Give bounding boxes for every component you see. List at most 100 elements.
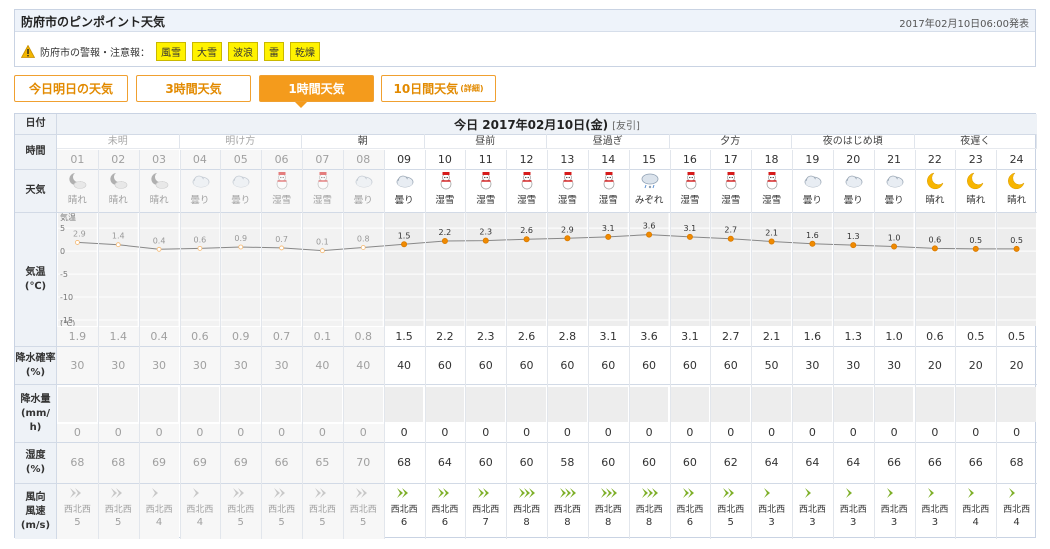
weather-label: 湿雪 (476, 195, 496, 206)
humidity-cell: 60 (601, 456, 616, 469)
weather-cell: 湿雪 (751, 170, 792, 212)
precip-amount-cell: 0 (441, 426, 449, 439)
precip-bar-area (384, 387, 424, 422)
precip-bar-area (915, 387, 955, 422)
row-header-precip-prob: 降水確率 (%) (15, 347, 57, 384)
wind-speed: 6 (686, 517, 694, 528)
tab-today-tomorrow[interactable]: 今日明日の天気 (14, 75, 128, 102)
wind-arrow-icon (274, 488, 286, 498)
weather-label: 晴れ (108, 195, 128, 206)
hour-cell: 13 (560, 153, 575, 166)
weather-label: 曇り (190, 195, 210, 206)
weather-label: 湿雪 (680, 195, 700, 206)
humidity-cell: 60 (642, 456, 657, 469)
weather-cell: 曇り (179, 170, 221, 212)
column-divider (220, 150, 222, 539)
temperature-data-label: 3.1 (602, 224, 615, 233)
rokuyo-label: [友引] (612, 120, 640, 132)
tab-small-label: (詳細) (460, 84, 484, 93)
humidity-cell: 60 (519, 456, 534, 469)
chart-cell-bg (262, 213, 301, 326)
temperature-cell: 3.1 (681, 330, 699, 343)
temperature-data-label: 0.7 (275, 235, 288, 244)
warning-badge[interactable]: 大雪 (192, 41, 222, 61)
hour-cell: 21 (887, 153, 902, 166)
precip-amount-cell: 0 (849, 426, 857, 439)
precip-bar-area (833, 387, 873, 422)
temperature-cell: 2.1 (762, 330, 781, 343)
warning-badge[interactable]: 波浪 (228, 41, 258, 61)
temperature-point (972, 245, 979, 252)
wind-arrow-icon (110, 488, 122, 498)
precip-prob-cell: 30 (97, 347, 139, 384)
precip-amount-cell: 0 (604, 426, 612, 439)
temperature-point (891, 243, 898, 250)
precip-prob-cell: 60 (723, 359, 738, 372)
snowman-icon (603, 172, 615, 190)
wind-cell: 西北西 3 (874, 484, 915, 539)
period-label: 昼過ぎ (547, 134, 670, 149)
precip-amount-cell: 0 (482, 426, 490, 439)
warning-badge[interactable]: 乾燥 (290, 41, 320, 61)
warning-badge[interactable]: 雷 (264, 41, 284, 61)
tab-10day[interactable]: 10日間天気 (詳細) (381, 75, 496, 102)
wind-direction: 西北西 (472, 505, 500, 515)
hour-cell: 05 (220, 150, 262, 169)
humidity-cell: 65 (302, 443, 343, 483)
column-divider (506, 150, 508, 539)
hour-cell: 03 (138, 150, 180, 169)
temperature-point (686, 233, 693, 240)
weather-label: 湿雪 (721, 195, 741, 206)
precip-amount-cell: 0 (138, 424, 180, 442)
sleet-icon (641, 173, 659, 189)
column-divider (955, 150, 957, 539)
wind-arrow-icon (233, 488, 245, 498)
temperature-point (279, 245, 284, 251)
temperature-cell: 1.0 (885, 330, 903, 343)
tab-1hour[interactable]: 1時間天気 (259, 75, 374, 102)
tab-3hour[interactable]: 3時間天気 (136, 75, 251, 102)
wind-direction: 西北西 (63, 505, 91, 515)
column-divider (792, 150, 793, 539)
temperature-data-label: 1.0 (888, 234, 901, 243)
weather-cell: 湿雪 (588, 170, 629, 212)
warning-badges: 風雪 大雪 波浪雷乾燥 (156, 41, 326, 61)
precip-amount-cell: 0 (890, 426, 898, 439)
hour-cell: 24 (1009, 153, 1024, 166)
precip-prob-cell: 30 (57, 347, 98, 384)
wind-direction: 西北西 (717, 505, 745, 515)
title-bar: 防府市のピンポイント天気 2017年02月10日06:00発表 (15, 10, 1035, 32)
hour-cell: 18 (764, 153, 779, 166)
period-label: 未明 (57, 134, 180, 149)
precip-prob-cell: 60 (682, 359, 697, 372)
precip-prob-cell: 60 (642, 359, 657, 372)
active-tab-pointer (295, 102, 307, 108)
temperature-point (197, 245, 203, 251)
row-header-weather: 天気 (15, 170, 57, 212)
weather-cell: 晴れ (915, 170, 956, 212)
humidity-cell: 64 (846, 456, 861, 469)
wind-arrow-icon (764, 488, 771, 498)
precip-prob-cell: 20 (1009, 359, 1024, 372)
wind-arrow-icon (355, 488, 367, 498)
weather-cell: 湿雪 (261, 170, 302, 212)
cloud-icon (804, 175, 822, 188)
temperature-point (523, 236, 530, 243)
wind-cell: 西北西 3 (751, 484, 792, 539)
wind-direction: 西北西 (635, 505, 663, 515)
temperature-point (646, 231, 653, 238)
hour-cell: 08 (342, 150, 384, 169)
humidity-cell: 66 (261, 443, 302, 483)
warning-badge[interactable]: 風雪 (156, 41, 186, 61)
precip-amount-cell: 0 (686, 426, 694, 439)
temperature-data-label: 3.6 (643, 222, 656, 231)
wind-arrow-icon (560, 488, 576, 498)
wind-arrow-icon (1009, 488, 1016, 498)
wind-cell: 西北西 5 (57, 484, 98, 539)
weather-cell: 晴れ (97, 170, 139, 212)
wind-cell: 西北西 3 (833, 484, 874, 539)
precip-bar-area (466, 387, 506, 422)
wind-cell: 西北西 8 (506, 484, 547, 539)
wind-cell: 西北西 5 (302, 484, 343, 539)
humidity-cell: 66 (927, 456, 942, 469)
